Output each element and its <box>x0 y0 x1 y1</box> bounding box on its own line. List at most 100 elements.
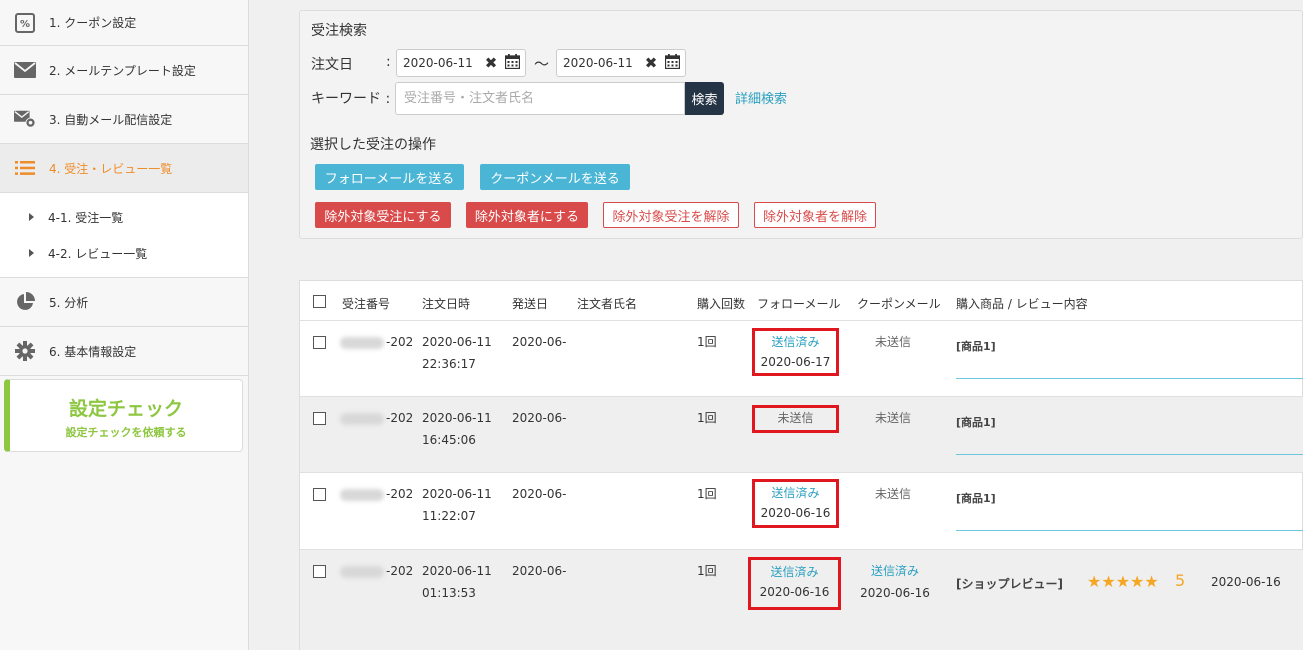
mail-icon <box>14 60 36 80</box>
exclude-order-button[interactable]: 除外対象受注にする <box>315 202 451 228</box>
rating-stars: ★★★★★ <box>1087 572 1159 591</box>
header-purchase-count: 購入回数 <box>697 297 746 311</box>
sidebar-sub-item-label: 4-2. レビュー一覧 <box>48 246 148 261</box>
sidebar-item-label: 3. 自動メール配信設定 <box>49 112 173 127</box>
row-checkbox[interactable] <box>313 488 326 501</box>
sidebar-item-orders-reviews[interactable]: 4. 受注・レビュー一覧 <box>0 144 248 193</box>
order-table: 受注番号 注文日時 発送日 注文者氏名 購入回数 フォローメール クーポンメール… <box>299 280 1303 650</box>
exclude-customer-button[interactable]: 除外対象者にする <box>466 202 588 228</box>
order-datetime: 2020-06-11 22:36:17 <box>422 335 492 371</box>
follow-mail-status[interactable]: 送信済み 2020-06-16 <box>752 479 839 528</box>
keyword-label: キーワード : <box>311 91 391 107</box>
gear-icon <box>14 341 36 361</box>
keyword-search-input[interactable] <box>395 82 685 115</box>
review-input-line[interactable] <box>956 378 1303 379</box>
clear-icon[interactable]: ✖ <box>645 54 658 72</box>
purchase-count: 1回 <box>697 487 717 501</box>
sidebar-item-label: 5. 分析 <box>49 295 89 310</box>
header-order-no: 受注番号 <box>342 297 391 311</box>
product-name[interactable]: [商品1] <box>956 490 996 506</box>
caret-right-icon <box>29 249 34 257</box>
unexclude-order-button[interactable]: 除外対象受注を解除 <box>603 202 739 228</box>
sidebar-item-coupon[interactable]: % 1. クーポン設定 <box>0 0 248 46</box>
row-checkbox[interactable] <box>313 412 326 425</box>
sidebar-item-analytics[interactable]: 5. 分析 <box>0 278 248 327</box>
send-coupon-mail-button[interactable]: クーポンメールを送る <box>480 164 630 190</box>
sidebar-item-mail-template[interactable]: 2. メールテンプレート設定 <box>0 46 248 95</box>
sidebar-sub-item-review-list[interactable]: 4-2. レビュー一覧 <box>0 235 248 271</box>
unexclude-customer-button[interactable]: 除外対象者を解除 <box>754 202 876 228</box>
header-product-review: 購入商品 / レビュー内容 <box>956 297 1088 311</box>
select-all-checkbox[interactable] <box>313 295 326 308</box>
mail-gear-icon <box>14 109 36 129</box>
rating-value: 5 <box>1175 571 1186 590</box>
date-to-field[interactable]: 2020-06-11 ✖ <box>556 49 686 77</box>
coupon-mail-status: 未送信 <box>875 487 912 501</box>
coupon-icon: % <box>14 12 36 33</box>
operations-title: 選択した受注の操作 <box>310 137 436 153</box>
order-datetime: 2020-06-11 01:13:53 <box>422 564 492 600</box>
caret-right-icon <box>29 213 34 221</box>
sidebar: % 1. クーポン設定 2. メールテンプレート設定 3. 自動メール配信設定 … <box>0 0 249 650</box>
advanced-search-link[interactable]: 詳細検索 <box>735 88 787 107</box>
ship-date: 2020-06- <box>512 487 567 501</box>
sidebar-sub-item-order-list[interactable]: 4-1. 受注一覧 <box>0 199 248 235</box>
sidebar-item-label: 1. クーポン設定 <box>49 16 137 30</box>
follow-mail-status[interactable]: 未送信 <box>752 405 839 433</box>
shop-review-label[interactable]: [ショップレビュー] <box>956 575 1063 592</box>
table-row: -202 2020-06-11 01:13:53 2020-06- 1回 送信済み… <box>300 549 1303 650</box>
list-icon <box>14 158 36 178</box>
ship-date: 2020-06- <box>512 564 567 578</box>
product-name[interactable]: [商品1] <box>956 414 996 430</box>
row-checkbox[interactable] <box>313 565 326 578</box>
table-row: -202 2020-06-11 11:22:07 2020-06- 1回 送信済み… <box>300 472 1303 548</box>
order-number[interactable]: -202 <box>340 331 413 353</box>
sidebar-item-basic-settings[interactable]: 6. 基本情報設定 <box>0 327 248 376</box>
coupon-mail-status[interactable]: 送信済み 2020-06-16 <box>860 560 930 604</box>
send-follow-mail-button[interactable]: フォローメールを送る <box>315 164 464 190</box>
ship-date: 2020-06- <box>512 411 567 425</box>
clear-icon[interactable]: ✖ <box>485 54 498 72</box>
pie-chart-icon <box>14 292 36 312</box>
purchase-count: 1回 <box>697 564 717 578</box>
review-date: 2020-06-16 <box>1211 575 1281 589</box>
follow-mail-status[interactable]: 送信済み 2020-06-16 <box>748 557 841 610</box>
order-number[interactable]: -202 <box>340 407 413 429</box>
redacted-text <box>340 565 384 578</box>
date-from-value: 2020-06-11 <box>403 56 473 70</box>
settings-check-title: 設定チェック <box>68 398 183 420</box>
header-follow-mail: フォローメール <box>757 297 841 311</box>
calendar-icon[interactable] <box>505 54 521 72</box>
order-date-colon: : <box>386 54 391 70</box>
order-date-label: 注文日 <box>311 57 353 73</box>
date-range-tilde: 〜 <box>534 55 550 73</box>
settings-check-card[interactable]: 設定チェック 設定チェックを依頼する <box>4 379 243 452</box>
header-customer: 注文者氏名 <box>577 297 638 311</box>
review-input-line[interactable] <box>956 530 1303 531</box>
redacted-text <box>340 336 384 349</box>
redacted-text <box>340 412 384 425</box>
order-number[interactable]: -202 <box>340 560 413 582</box>
calendar-icon[interactable] <box>665 54 681 72</box>
purchase-count: 1回 <box>697 411 717 425</box>
sidebar-sub-list: 4-1. 受注一覧 4-2. レビュー一覧 <box>0 193 248 278</box>
product-name[interactable]: [商品1] <box>956 338 996 354</box>
coupon-mail-status: 未送信 <box>875 335 912 349</box>
date-to-value: 2020-06-11 <box>563 56 633 70</box>
follow-mail-status[interactable]: 送信済み 2020-06-17 <box>752 328 839 376</box>
search-title: 受注検索 <box>311 23 367 39</box>
order-datetime: 2020-06-11 16:45:06 <box>422 411 492 447</box>
sidebar-item-label: 6. 基本情報設定 <box>49 344 137 359</box>
search-button[interactable]: 検索 <box>685 82 724 115</box>
row-checkbox[interactable] <box>313 336 326 349</box>
sidebar-item-auto-mail[interactable]: 3. 自動メール配信設定 <box>0 95 248 144</box>
date-from-field[interactable]: 2020-06-11 ✖ <box>396 49 526 77</box>
table-row: -202 2020-06-11 22:36:17 2020-06- 1回 送信済み… <box>300 320 1303 396</box>
order-datetime: 2020-06-11 11:22:07 <box>422 487 492 523</box>
order-number[interactable]: -202 <box>340 483 413 505</box>
review-input-line[interactable] <box>956 454 1303 455</box>
redacted-text <box>340 488 384 501</box>
header-coupon-mail: クーポンメール <box>857 297 941 311</box>
table-row: -202 2020-06-11 16:45:06 2020-06- 1回 未送信 … <box>300 396 1303 472</box>
purchase-count: 1回 <box>697 335 717 349</box>
